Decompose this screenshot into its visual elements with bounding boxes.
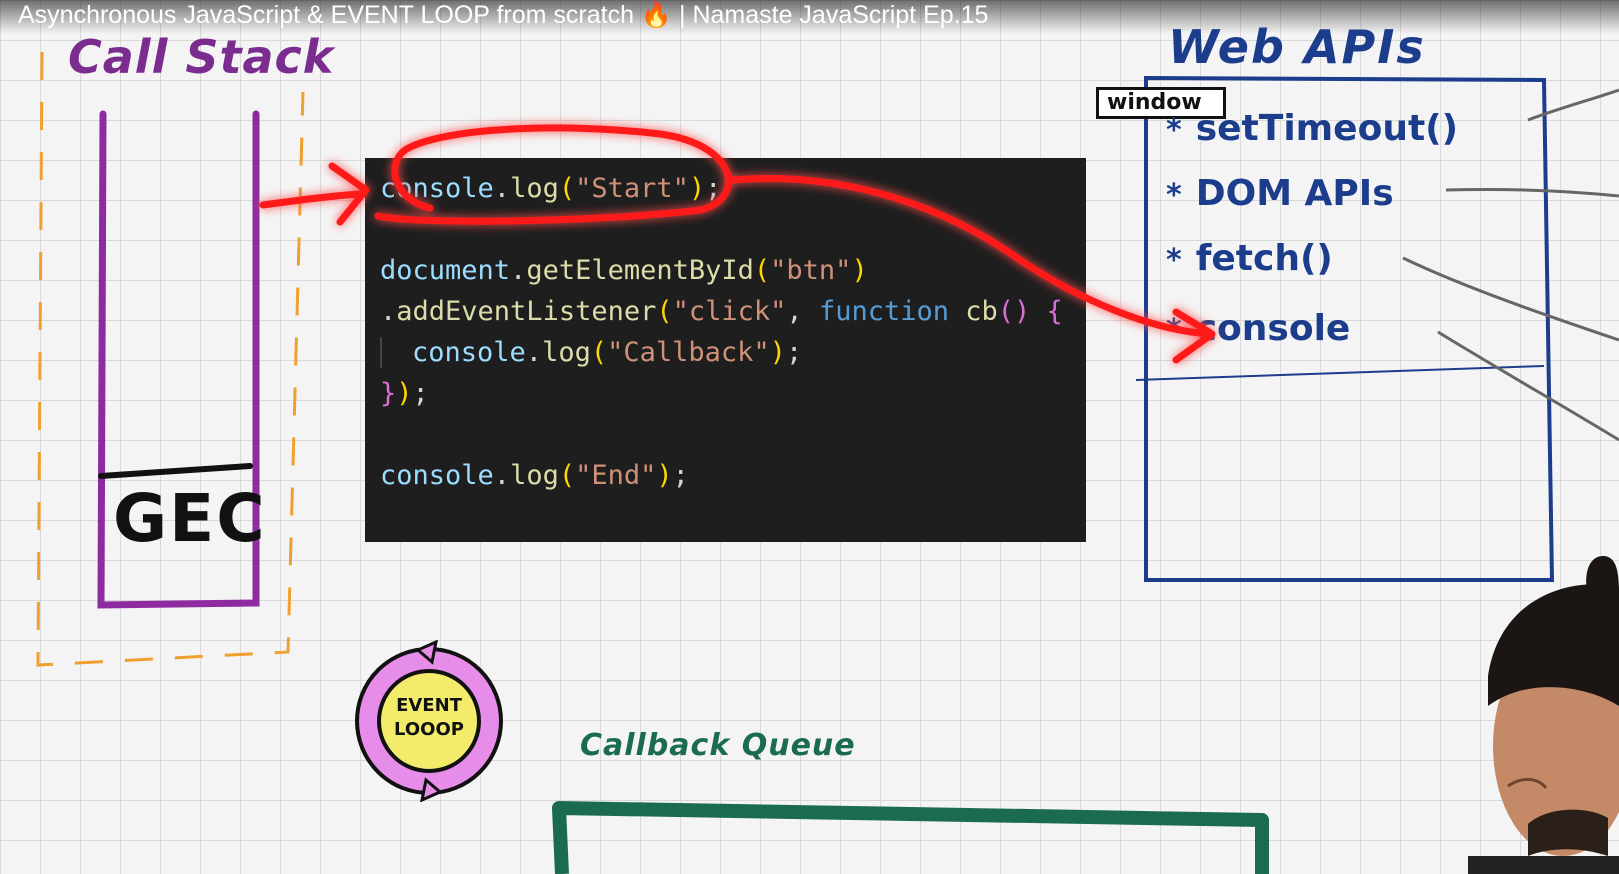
arrow-to-code-line [259, 190, 364, 209]
highlight-annotations [259, 124, 1216, 364]
arrow-head-console-api [1172, 308, 1216, 364]
highlight-circle-console-start [374, 124, 732, 225]
arrow-to-console-api [728, 174, 1214, 338]
